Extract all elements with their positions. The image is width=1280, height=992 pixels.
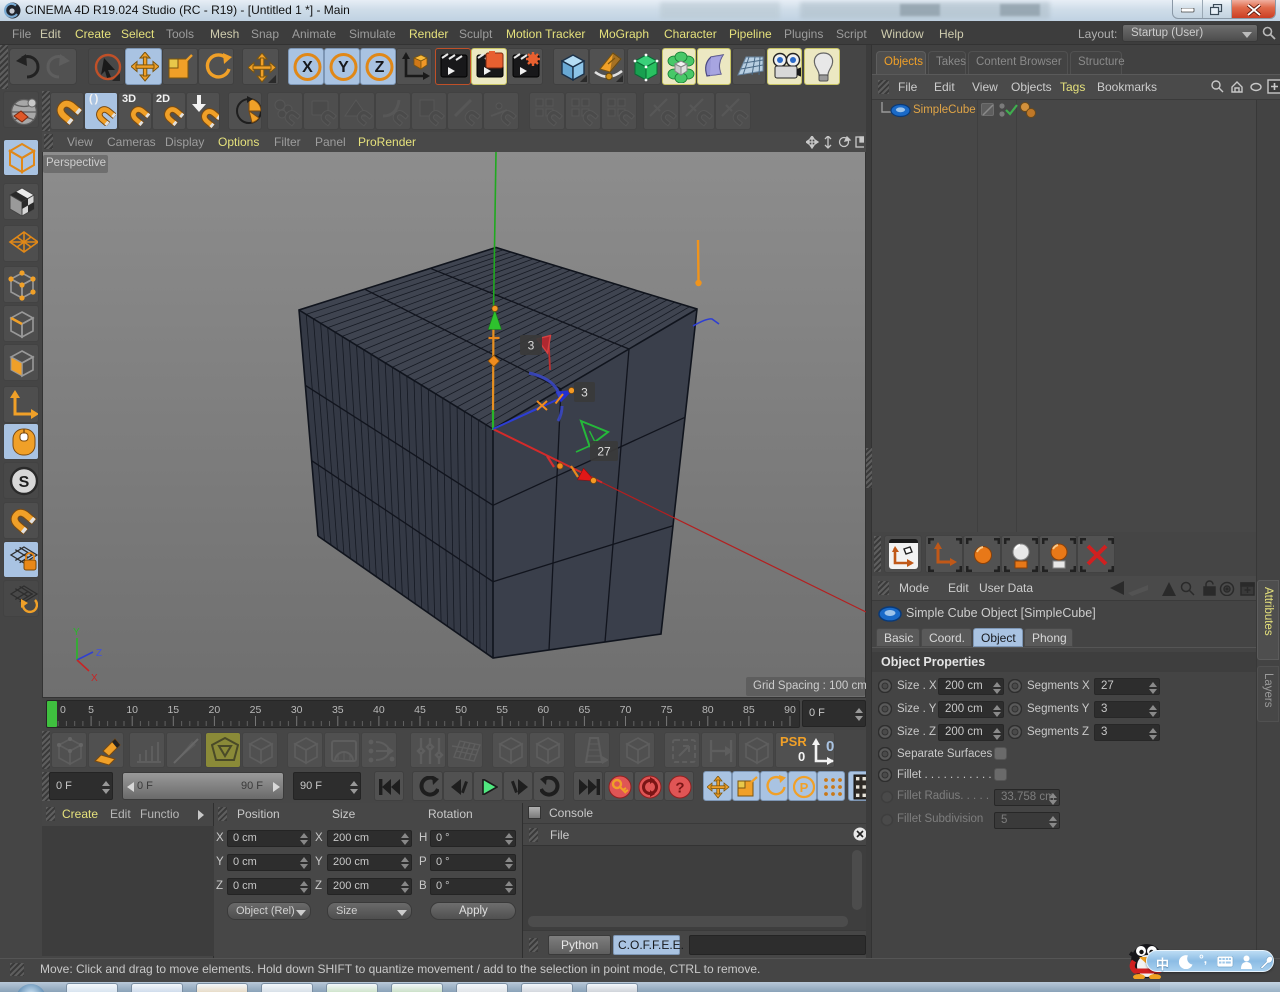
svg-text:80: 80 (702, 704, 714, 716)
svg-text:60: 60 (537, 704, 549, 716)
svg-text:90: 90 (784, 704, 796, 716)
svg-text:25: 25 (250, 704, 262, 716)
svg-text:X: X (91, 673, 98, 684)
svg-text:75: 75 (661, 704, 673, 716)
svg-text:15: 15 (167, 704, 179, 716)
svg-text:35: 35 (332, 704, 344, 716)
svg-text:70: 70 (620, 704, 632, 716)
svg-text:3: 3 (581, 386, 588, 400)
svg-text:20: 20 (209, 704, 221, 716)
svg-text:40: 40 (373, 704, 385, 716)
svg-text:S: S (19, 474, 30, 491)
svg-text:Z: Z (375, 59, 385, 76)
svg-text:10: 10 (126, 704, 138, 716)
svg-text:Y: Y (338, 59, 349, 76)
svg-text:0: 0 (60, 704, 66, 716)
svg-text:0: 0 (826, 738, 834, 755)
svg-text:65: 65 (579, 704, 591, 716)
svg-text:27: 27 (597, 445, 611, 459)
svg-text:P: P (800, 780, 809, 795)
svg-text:50: 50 (455, 704, 467, 716)
svg-text:45: 45 (414, 704, 426, 716)
svg-text:55: 55 (496, 704, 508, 716)
svg-text:30: 30 (291, 704, 303, 716)
svg-text:Z: Z (96, 648, 102, 659)
svg-text:3: 3 (528, 339, 535, 353)
svg-text:Y: Y (73, 627, 80, 638)
svg-text:85: 85 (743, 704, 755, 716)
svg-text:5: 5 (88, 704, 94, 716)
svg-text:?: ? (675, 780, 684, 797)
svg-text:X: X (302, 59, 313, 76)
